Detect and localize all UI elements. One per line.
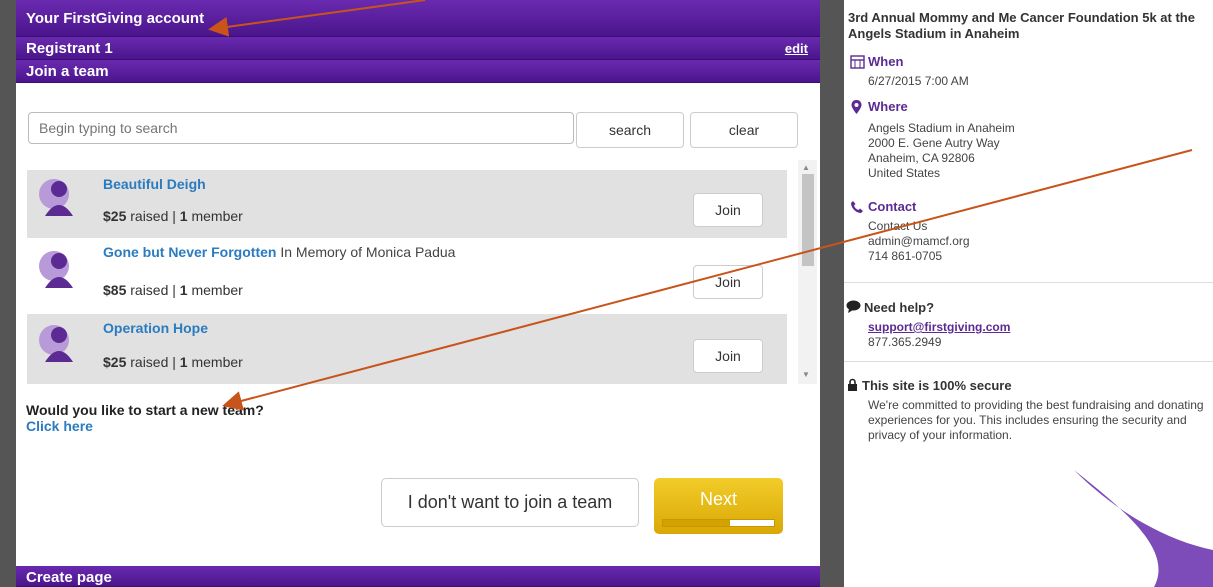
search-button[interactable]: search <box>576 112 684 148</box>
where-line: 2000 E. Gene Autry Way <box>868 136 1000 150</box>
contact-label: Contact <box>868 199 917 214</box>
team-members-suffix: member <box>187 354 243 370</box>
scroll-up-icon[interactable]: ▲ <box>802 163 810 172</box>
team-raised-suffix: raised | <box>126 208 180 224</box>
secure-text: We're committed to providing the best fu… <box>868 398 1204 442</box>
decorative-swoosh <box>1074 470 1213 587</box>
team-name-text[interactable]: Operation Hope <box>103 320 208 336</box>
support-phone: 877.365.2949 <box>868 335 942 349</box>
where-line: Angels Stadium in Anaheim <box>868 121 1015 135</box>
where-address: Angels Stadium in Anaheim 2000 E. Gene A… <box>868 121 1015 181</box>
team-row: Operation Hope $25 raised | 1 member Joi… <box>27 314 787 384</box>
team-stats: $25 raised | 1 member <box>103 208 243 224</box>
divider <box>844 282 1213 283</box>
speech-bubble-icon <box>846 300 861 313</box>
join-button[interactable]: Join <box>693 339 763 373</box>
window-frame-middle <box>820 0 844 587</box>
team-list[interactable]: Beautiful Deigh $25 raised | 1 member Jo… <box>27 160 817 384</box>
scroll-down-icon[interactable]: ▼ <box>802 370 810 379</box>
help-label: Need help? <box>864 300 935 315</box>
edit-link[interactable]: edit <box>785 41 808 56</box>
contact-line[interactable]: Contact Us <box>868 219 970 234</box>
team-stats: $25 raised | 1 member <box>103 354 243 370</box>
team-raised: $25 <box>103 354 127 370</box>
lock-icon <box>848 378 857 391</box>
account-header-label: Your FirstGiving account <box>26 10 205 27</box>
team-name[interactable]: Beautiful Deigh <box>103 176 206 192</box>
map-pin-icon <box>851 100 862 114</box>
join-team-header-label: Join a team <box>26 63 109 80</box>
team-row: Gone but Never Forgotten In Memory of Mo… <box>27 238 787 314</box>
team-avatar-icon <box>39 179 73 216</box>
team-stats: $85 raised | 1 member <box>103 282 243 298</box>
support-email-link[interactable]: support@firstgiving.com <box>868 320 1010 335</box>
create-page-header[interactable]: Create page <box>16 566 820 587</box>
team-search-row: search clear <box>28 112 798 148</box>
team-search-input[interactable] <box>28 112 574 144</box>
clear-button[interactable]: clear <box>690 112 798 148</box>
contact-details: Contact Us admin@mamcf.org 714 861-0705 <box>868 219 970 264</box>
team-avatar-icon <box>39 325 73 362</box>
team-members: 1 <box>179 354 188 370</box>
event-title: 3rd Annual Mommy and Me Cancer Foundatio… <box>848 10 1195 41</box>
divider <box>844 361 1213 362</box>
team-raised-suffix: raised | <box>126 354 180 370</box>
registration-panel: Your FirstGiving account Registrant 1 ed… <box>16 0 820 587</box>
help-contact: support@firstgiving.com 877.365.2949 <box>868 320 1010 350</box>
join-team-header: Join a team <box>16 60 820 83</box>
account-header[interactable]: Your FirstGiving account <box>16 0 820 37</box>
next-button-label: Next <box>699 489 737 509</box>
window-frame-left <box>0 0 16 587</box>
team-name-text[interactable]: Beautiful Deigh <box>103 176 206 192</box>
phone-icon <box>851 201 863 213</box>
team-members-suffix: member <box>187 208 243 224</box>
team-members: 1 <box>179 208 188 224</box>
join-button[interactable]: Join <box>693 265 763 299</box>
registrant-header: Registrant 1 edit <box>16 37 820 60</box>
when-value: 6/27/2015 7:00 AM <box>868 74 969 88</box>
team-members-suffix: member <box>187 282 243 298</box>
create-page-header-label: Create page <box>26 569 112 586</box>
contact-line[interactable]: admin@mamcf.org <box>868 234 970 249</box>
team-name[interactable]: Operation Hope <box>103 320 208 336</box>
where-line: United States <box>868 166 941 180</box>
where-line: Anaheim, CA 92806 <box>868 151 975 165</box>
secure-label: This site is 100% secure <box>862 378 1012 393</box>
calendar-icon <box>850 55 865 69</box>
when-label: When <box>868 54 904 69</box>
create-team-link[interactable]: Click here <box>26 418 93 434</box>
registrant-header-label: Registrant 1 <box>26 40 113 57</box>
new-team-prompt: Would you like to start a new team? <box>26 402 264 418</box>
where-label: Where <box>868 99 908 114</box>
team-members: 1 <box>179 282 188 298</box>
team-name-text[interactable]: Gone but Never Forgotten <box>103 244 276 260</box>
team-raised: $85 <box>103 282 127 298</box>
team-raised: $25 <box>103 208 127 224</box>
team-list-scrollbar[interactable]: ▲ ▼ <box>798 160 817 384</box>
contact-line: 714 861-0705 <box>868 249 943 263</box>
skip-team-button[interactable]: I don't want to join a team <box>381 478 639 527</box>
team-memory: In Memory of Monica Padua <box>276 244 456 260</box>
join-button[interactable]: Join <box>693 193 763 227</box>
team-raised-suffix: raised | <box>126 282 180 298</box>
next-button[interactable]: Next <box>654 478 783 534</box>
team-avatar-icon <box>39 251 73 288</box>
team-row: Beautiful Deigh $25 raised | 1 member Jo… <box>27 170 787 238</box>
scroll-thumb[interactable] <box>802 174 814 266</box>
step-progress-fill <box>663 520 730 526</box>
step-progress-bar <box>662 519 775 527</box>
team-name[interactable]: Gone but Never Forgotten In Memory of Mo… <box>103 244 455 260</box>
event-info-panel: 3rd Annual Mommy and Me Cancer Foundatio… <box>844 0 1213 587</box>
